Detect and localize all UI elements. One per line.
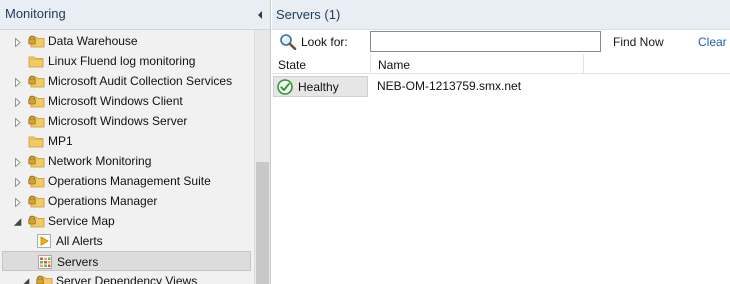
- tree-item-operations-management-suite[interactable]: Operations Management Suite: [2, 171, 251, 191]
- folder-lock-icon: [28, 113, 45, 129]
- column-header-state[interactable]: State: [278, 58, 306, 72]
- folder-lock-icon: [28, 73, 45, 89]
- tree-item-network-monitoring[interactable]: Network Monitoring: [2, 151, 251, 171]
- column-divider[interactable]: [370, 54, 371, 74]
- tree-item-label: Network Monitoring: [48, 154, 152, 168]
- monitoring-console: Monitoring Data Warehouse Linux Fluend lo…: [0, 0, 730, 284]
- server-name-cell: NEB-OM-1213759.smx.net: [377, 79, 522, 93]
- search-icon: [279, 33, 297, 51]
- tree-item-all-alerts[interactable]: All Alerts: [2, 231, 251, 251]
- folder-icon: [28, 133, 45, 149]
- tree-item-label: Operations Management Suite: [48, 174, 211, 188]
- tree-item-microsoft-windows-server[interactable]: Microsoft Windows Server: [2, 111, 251, 131]
- tree-item-microsoft-windows-client[interactable]: Microsoft Windows Client: [2, 91, 251, 111]
- search-input[interactable]: [370, 31, 601, 52]
- folder-lock-icon: [28, 213, 45, 229]
- folder-lock-icon: [28, 93, 45, 109]
- tree-item-label: Server Dependency Views: [56, 274, 198, 284]
- monitoring-tree: Data Warehouse Linux Fluend log monitorin…: [0, 30, 253, 284]
- alert-view-icon: [36, 233, 53, 249]
- tree-item-label: Data Warehouse: [48, 34, 138, 48]
- collapsed-triangle-icon[interactable]: [14, 116, 22, 128]
- folder-lock-icon: [28, 193, 45, 209]
- collapsed-triangle-icon[interactable]: [14, 176, 22, 188]
- collapsed-triangle-icon[interactable]: [14, 76, 22, 88]
- scrollbar-thumb[interactable]: [256, 162, 269, 284]
- collapsed-triangle-icon[interactable]: [14, 196, 22, 208]
- tree-item-label: Servers: [57, 255, 99, 269]
- tree-item-servers[interactable]: Servers: [2, 251, 251, 271]
- clear-link[interactable]: Clear: [698, 35, 727, 49]
- tree-item-data-warehouse[interactable]: Data Warehouse: [2, 31, 251, 51]
- nav-header: Monitoring: [0, 0, 270, 30]
- tree-item-mp1[interactable]: MP1: [2, 131, 251, 151]
- tree-item-label: Operations Manager: [48, 194, 158, 208]
- look-for-label: Look for:: [301, 35, 348, 49]
- tree-item-label: All Alerts: [56, 234, 103, 248]
- tree-item-label: Microsoft Windows Server: [48, 114, 188, 128]
- column-header-name[interactable]: Name: [378, 58, 410, 72]
- nav-scrollbar[interactable]: [254, 30, 270, 284]
- expanded-triangle-icon[interactable]: [22, 276, 30, 284]
- folder-lock-icon: [28, 153, 45, 169]
- tree-item-label: Service Map: [48, 214, 115, 228]
- content-header: Servers (1): [272, 0, 730, 30]
- folder-icon: [28, 53, 45, 69]
- navigation-pane: Monitoring Data Warehouse Linux Fluend lo…: [0, 0, 271, 284]
- table-row[interactable]: Healthy NEB-OM-1213759.smx.net: [272, 75, 730, 97]
- column-divider[interactable]: [583, 54, 584, 74]
- tree-item-label: Microsoft Audit Collection Services: [48, 74, 233, 88]
- state-view-icon: [37, 254, 54, 270]
- folder-lock-icon: [36, 273, 53, 284]
- state-text: Healthy: [298, 80, 339, 94]
- tree-item-server-dependency-views[interactable]: Server Dependency Views: [2, 271, 251, 284]
- content-pane: Servers (1) Look for: Find Now Clear Sta…: [272, 0, 730, 284]
- collapsed-triangle-icon[interactable]: [14, 36, 22, 48]
- healthy-check-icon: [277, 79, 293, 95]
- tree-item-microsoft-audit-collection-services[interactable]: Microsoft Audit Collection Services: [2, 71, 251, 91]
- chevron-left-icon: [258, 11, 262, 19]
- state-cell: Healthy: [273, 76, 368, 97]
- collapse-pane-button[interactable]: [254, 8, 266, 22]
- tree-item-label: Linux Fluend log monitoring: [48, 54, 196, 68]
- tree-item-service-map[interactable]: Service Map: [2, 211, 251, 231]
- nav-title: Monitoring: [5, 6, 66, 21]
- tree-item-operations-manager[interactable]: Operations Manager: [2, 191, 251, 211]
- collapsed-triangle-icon[interactable]: [14, 96, 22, 108]
- tree-item-label: MP1: [48, 134, 73, 148]
- collapsed-triangle-icon[interactable]: [14, 156, 22, 168]
- grid-header: State Name: [272, 54, 730, 74]
- tree-item-label: Microsoft Windows Client: [48, 94, 183, 108]
- expanded-triangle-icon[interactable]: [13, 216, 22, 226]
- folder-lock-icon: [28, 33, 45, 49]
- folder-lock-icon: [28, 173, 45, 189]
- tree-item-linux-fluend-log-monitoring[interactable]: Linux Fluend log monitoring: [2, 51, 251, 71]
- page-title: Servers (1): [276, 7, 341, 22]
- find-now-button[interactable]: Find Now: [613, 35, 664, 49]
